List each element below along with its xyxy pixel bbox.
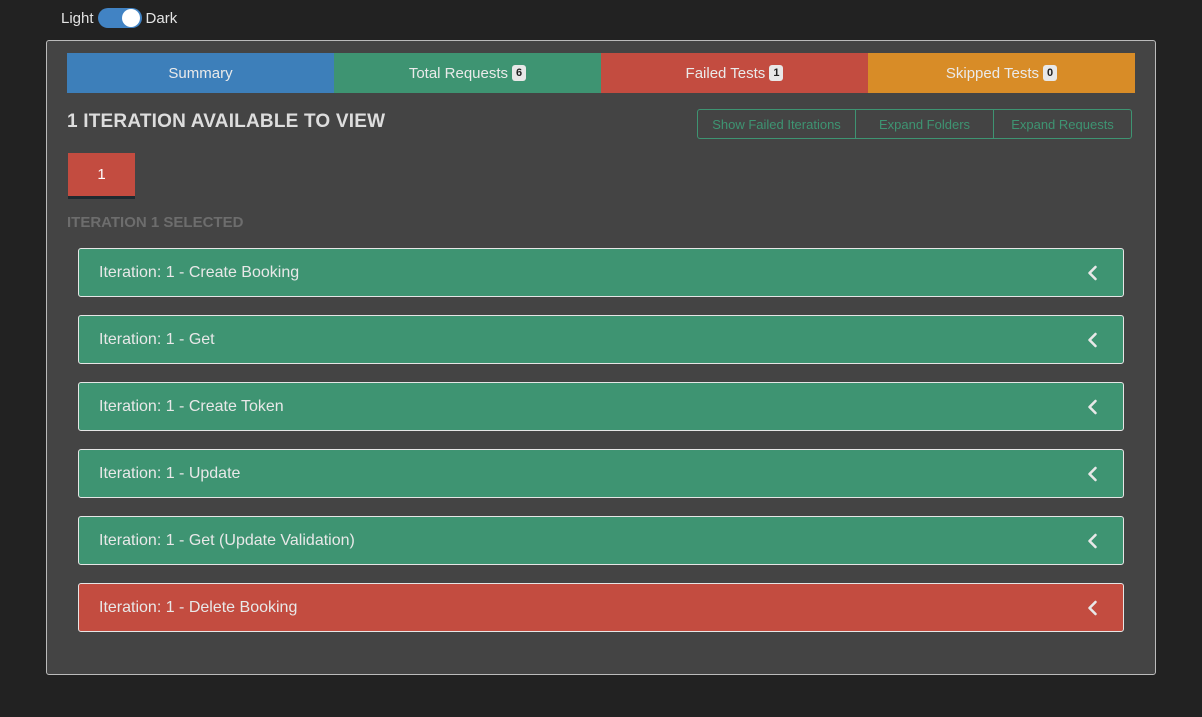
request-title: Iteration: 1 - Create Token [99, 397, 284, 415]
show-failed-iterations-button[interactable]: Show Failed Iterations [697, 109, 856, 139]
chevron-left-icon [1088, 332, 1097, 347]
chevron-left-icon [1088, 265, 1097, 280]
summary-tabs: Summary Total Requests 6 Failed Tests 1 … [67, 53, 1135, 93]
request-title: Iteration: 1 - Update [99, 464, 241, 482]
expand-folders-button[interactable]: Expand Folders [855, 109, 994, 139]
request-title: Iteration: 1 - Get (Update Validation) [99, 531, 355, 549]
failed-tests-badge: 1 [769, 65, 784, 81]
report-panel: Summary Total Requests 6 Failed Tests 1 … [46, 40, 1156, 675]
tab-skipped-tests-label: Skipped Tests [945, 64, 1039, 82]
skipped-tests-badge: 0 [1043, 65, 1058, 81]
tab-failed-tests-label: Failed Tests [685, 64, 766, 82]
chevron-left-icon [1088, 533, 1097, 548]
request-row[interactable]: Iteration: 1 - Delete Booking [78, 583, 1124, 632]
expand-requests-button[interactable]: Expand Requests [993, 109, 1132, 139]
dark-label: Dark [145, 9, 178, 27]
switch-knob [121, 9, 140, 27]
theme-toggle: Light Dark [61, 8, 177, 28]
chevron-left-icon [1088, 600, 1097, 615]
chevron-left-icon [1088, 399, 1097, 414]
request-title: Iteration: 1 - Delete Booking [99, 598, 298, 616]
request-row[interactable]: Iteration: 1 - Get (Update Validation) [78, 516, 1124, 565]
light-label: Light [61, 9, 94, 27]
total-requests-badge: 6 [512, 65, 527, 81]
request-row[interactable]: Iteration: 1 - Create Booking [78, 248, 1124, 297]
tab-summary-label: Summary [168, 64, 233, 82]
request-title: Iteration: 1 - Get [99, 330, 215, 348]
tab-total-requests-label: Total Requests [408, 64, 509, 82]
iterations-heading: 1 ITERATION AVAILABLE TO VIEW [67, 111, 386, 132]
iteration-selected-label: ITERATION 1 SELECTED [67, 214, 244, 231]
action-button-group: Show Failed Iterations Expand Folders Ex… [697, 109, 1132, 139]
request-row[interactable]: Iteration: 1 - Get [78, 315, 1124, 364]
tab-summary[interactable]: Summary [67, 53, 334, 93]
request-row[interactable]: Iteration: 1 - Create Token [78, 382, 1124, 431]
tab-failed-tests[interactable]: Failed Tests 1 [601, 53, 868, 93]
chevron-left-icon [1088, 466, 1097, 481]
request-list: Iteration: 1 - Create Booking Iteration:… [78, 248, 1124, 650]
tab-skipped-tests[interactable]: Skipped Tests 0 [868, 53, 1135, 93]
request-title: Iteration: 1 - Create Booking [99, 263, 300, 281]
request-row[interactable]: Iteration: 1 - Update [78, 449, 1124, 498]
tab-total-requests[interactable]: Total Requests 6 [334, 53, 601, 93]
theme-switch[interactable] [97, 8, 142, 28]
iteration-tab-1[interactable]: 1 [68, 153, 135, 199]
